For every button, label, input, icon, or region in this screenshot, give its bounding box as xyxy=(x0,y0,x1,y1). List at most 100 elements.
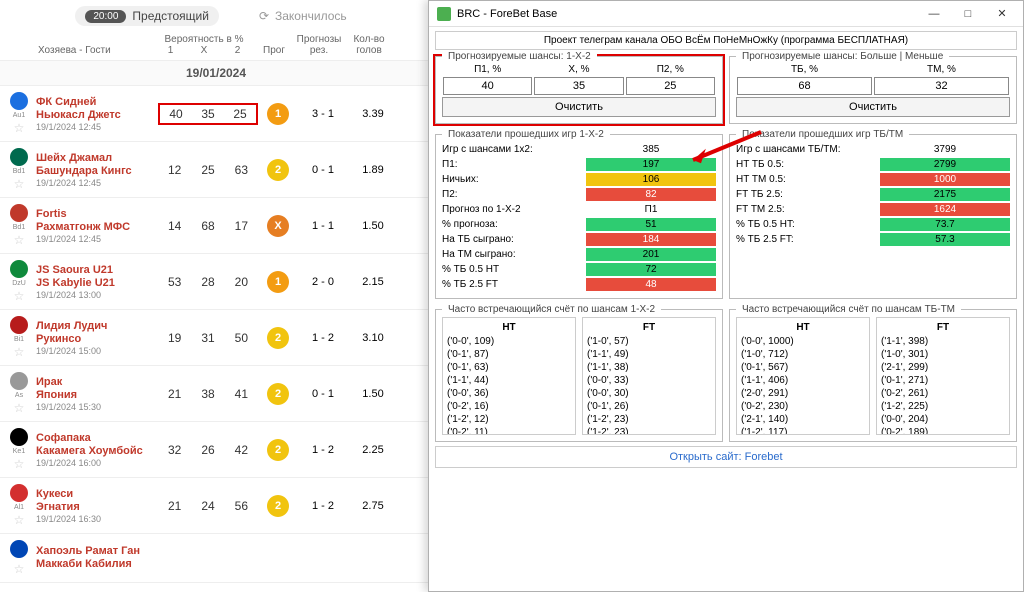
star-icon[interactable]: ☆ xyxy=(14,233,25,247)
star-icon[interactable]: ☆ xyxy=(14,401,25,415)
brc-window: BRC - ForeBet Base — □ ✕ Проект телеграм… xyxy=(428,0,1024,592)
team-away: Ньюкасл Джетс xyxy=(36,109,156,122)
score-entry: ('1-2', 117) xyxy=(741,426,865,435)
scores-ou-panel: Часто встречающийся счёт по шансам ТБ-ТМ… xyxy=(729,309,1017,442)
league-flag-icon xyxy=(10,260,28,278)
team-away: JS Kabylie U21 xyxy=(36,277,156,290)
tab-finished[interactable]: ⟳ Закончилось xyxy=(249,6,357,26)
league-flag-icon xyxy=(10,204,28,222)
score-entry: ('1-2', 225) xyxy=(881,400,1005,413)
match-prog: 2 xyxy=(258,159,298,181)
score-entry: ('1-2', 12) xyxy=(447,413,571,426)
stats-ou-panel: Показатели прошедших игр ТБ/ТМ Игр с шан… xyxy=(729,134,1017,299)
score-entry: ('0-1', 87) xyxy=(447,348,571,361)
project-banner: Проект телеграм канала ОБО ВсЁм ПоНеМнОж… xyxy=(435,31,1017,50)
score-entry: ('0-0', 109) xyxy=(447,335,571,348)
team-home: Хапоэль Рамат Ган xyxy=(36,545,156,558)
scores-ou-ft: FT ('1-1', 398)('1-0', 301)('2-1', 299)(… xyxy=(876,317,1010,435)
clear-ou-button[interactable]: Очистить xyxy=(736,97,1010,117)
tab-upcoming-label: Предстоящий xyxy=(132,9,209,23)
score-entry: ('1-1', 406) xyxy=(741,374,865,387)
team-away: Япония xyxy=(36,389,156,402)
league-flag-icon xyxy=(10,484,28,502)
match-row[interactable]: ☆ Хапоэль Рамат Ган Маккаби Кабилия xyxy=(0,534,432,583)
match-time: 19/1/2024 15:00 xyxy=(36,346,156,356)
score-entry: ('1-0', 57) xyxy=(587,335,711,348)
time-pill: 20:00 xyxy=(85,10,126,23)
score-entry: ('0-2', 11) xyxy=(447,426,571,435)
input-x[interactable]: 35 xyxy=(534,77,623,95)
match-row[interactable]: Bd1 ☆ Шейх Джамал Башундара Кингс 19/1/2… xyxy=(0,142,432,198)
stat-row: % ТБ 0.5 HT:73.7 xyxy=(736,217,1010,232)
score-entry: ('1-1', 49) xyxy=(587,348,711,361)
team-away: Маккаби Кабилия xyxy=(36,558,156,571)
match-goals: 1.89 xyxy=(348,164,398,176)
score-entry: ('2-0', 291) xyxy=(741,387,865,400)
league-flag-icon xyxy=(10,428,28,446)
stats-1x2-panel: Показатели прошедших игр 1-X-2 Игр с шан… xyxy=(435,134,723,299)
league-flag-icon xyxy=(10,92,28,110)
match-row[interactable]: DzU ☆ JS Saoura U21 JS Kabylie U21 19/1/… xyxy=(0,254,432,310)
open-site-link[interactable]: Открыть сайт: Forebet xyxy=(435,446,1017,468)
match-row[interactable]: Bd1 ☆ Fortis Рахматгонж МФС 19/1/2024 12… xyxy=(0,198,432,254)
odds-1x2-panel: Прогнозируемые шансы: 1-X-2 П1, % X, % П… xyxy=(435,56,723,124)
team-home: Шейх Джамал xyxy=(36,152,156,165)
stat-row: П1:197 xyxy=(442,157,716,172)
tab-upcoming[interactable]: 20:00 Предстоящий xyxy=(75,6,219,26)
match-goals: 3.39 xyxy=(348,108,398,120)
stat-row: HT ТБ 0.5:2799 xyxy=(736,157,1010,172)
input-p1[interactable]: 40 xyxy=(443,77,532,95)
score-entry: ('1-1', 398) xyxy=(881,335,1005,348)
input-tm[interactable]: 32 xyxy=(874,77,1009,95)
match-probs: 532820 xyxy=(158,275,258,289)
star-icon[interactable]: ☆ xyxy=(14,457,25,471)
score-entry: ('1-2', 23) xyxy=(587,426,711,435)
team-away: Рукинсо xyxy=(36,333,156,346)
stat-row: FT ТМ 2.5:1624 xyxy=(736,202,1010,217)
stat-row: % ТБ 2.5 FT48 xyxy=(442,277,716,292)
star-icon[interactable]: ☆ xyxy=(14,177,25,191)
match-row[interactable]: Au1 ☆ ФК Сидней Ньюкасл Джетс 19/1/2024 … xyxy=(0,86,432,142)
maximize-button[interactable]: □ xyxy=(951,2,985,26)
match-row[interactable]: Ke1 ☆ Софапака Какамега Хоумбойс 19/1/20… xyxy=(0,422,432,478)
col-prob: Вероятность в % 1 X 2 xyxy=(154,34,254,56)
minimize-button[interactable]: — xyxy=(917,2,951,26)
columns-header: Хозяева - Гости Вероятность в % 1 X 2 Пр… xyxy=(0,34,432,61)
scores-1x2-panel: Часто встречающийся счёт по шансам 1-X-2… xyxy=(435,309,723,442)
star-icon[interactable]: ☆ xyxy=(14,289,25,303)
titlebar[interactable]: BRC - ForeBet Base — □ ✕ xyxy=(429,1,1023,27)
input-tb[interactable]: 68 xyxy=(737,77,872,95)
match-probs: 193150 xyxy=(158,331,258,345)
match-time: 19/1/2024 16:00 xyxy=(36,458,156,468)
match-prog: 2 xyxy=(258,327,298,349)
match-result: 3 - 1 xyxy=(298,108,348,120)
star-icon[interactable]: ☆ xyxy=(14,121,25,135)
score-entry: ('1-2', 23) xyxy=(587,413,711,426)
match-row[interactable]: Al1 ☆ Кукеси Эгнатия 19/1/2024 16:30 212… xyxy=(0,478,432,534)
score-entry: ('0-0', 1000) xyxy=(741,335,865,348)
match-result: 1 - 2 xyxy=(298,500,348,512)
stat-row: Игр с шансами ТБ/ТМ:3799 xyxy=(736,142,1010,157)
score-entry: ('0-1', 567) xyxy=(741,361,865,374)
team-home: Лидия Лудич xyxy=(36,320,156,333)
clear-1x2-button[interactable]: Очистить xyxy=(442,97,716,117)
col-goals: Кол-во голов xyxy=(344,34,394,56)
star-icon[interactable]: ☆ xyxy=(14,345,25,359)
match-time: 19/1/2024 12:45 xyxy=(36,178,156,188)
match-result: 1 - 2 xyxy=(298,332,348,344)
score-entry: ('0-1', 63) xyxy=(447,361,571,374)
input-p2[interactable]: 25 xyxy=(626,77,715,95)
star-icon[interactable]: ☆ xyxy=(14,562,25,576)
match-probs: 322642 xyxy=(158,443,258,457)
match-time: 19/1/2024 13:00 xyxy=(36,290,156,300)
star-icon[interactable]: ☆ xyxy=(14,513,25,527)
stat-row: Игр с шансами 1x2:385 xyxy=(442,142,716,157)
tab-finished-label: Закончилось xyxy=(275,9,347,23)
team-home: JS Saoura U21 xyxy=(36,264,156,277)
close-button[interactable]: ✕ xyxy=(985,2,1019,26)
match-row[interactable]: Bi1 ☆ Лидия Лудич Рукинсо 19/1/2024 15:0… xyxy=(0,310,432,366)
match-result: 2 - 0 xyxy=(298,276,348,288)
match-row[interactable]: As ☆ Ирак Япония 19/1/2024 15:30 213841 … xyxy=(0,366,432,422)
col-res: Прогнозы рез. xyxy=(294,34,344,56)
match-prog: 1 xyxy=(258,103,298,125)
